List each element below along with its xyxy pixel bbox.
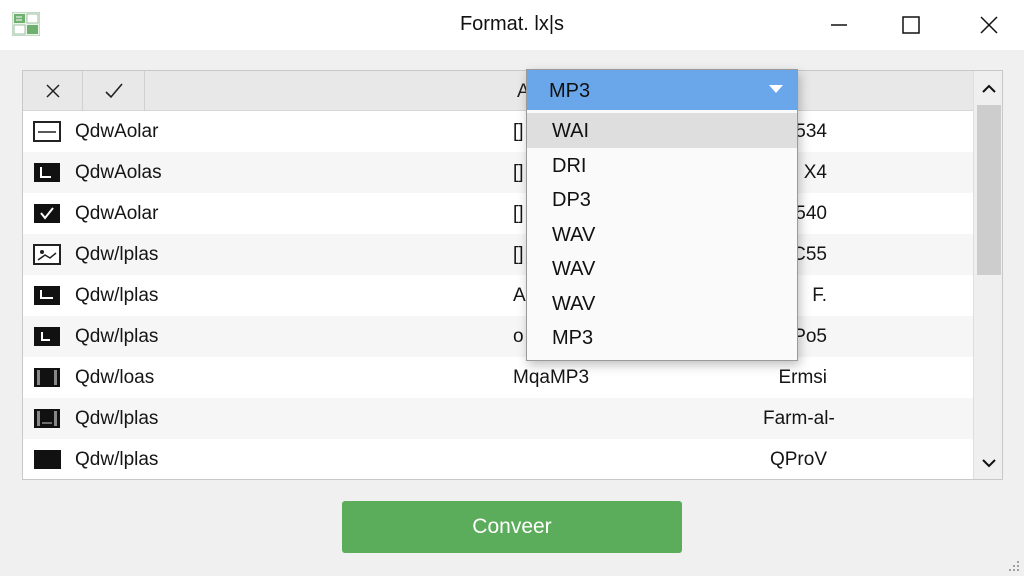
file-name: Qdw/lplas [75,244,159,265]
maximize-button[interactable] [884,0,938,50]
chevron-up-icon [982,84,996,93]
resize-grip-icon[interactable] [1006,560,1020,572]
table-row[interactable]: QdwAolar [] 534 [23,111,973,152]
format-option[interactable]: WAV [527,251,797,286]
table-rows: QdwAolar [] 534 QdwAolas [] X4 QdwAolar … [23,111,973,479]
format-option[interactable]: WAI [527,113,797,148]
film-file-icon [34,409,60,428]
file-format: [] [513,244,524,265]
vertical-scrollbar[interactable] [973,71,1002,479]
format-option[interactable]: DP3 [527,182,797,217]
table-row[interactable]: Qdw/lplas QProV [23,439,973,479]
format-option-label: DRI [552,154,587,177]
window-file-icon [33,121,61,142]
format-option[interactable]: MP3 [527,320,797,355]
file-name: Qdw/lplas [75,285,159,306]
file-format: [] [513,162,524,183]
format-option-label: WAV [552,258,596,280]
minimize-icon [831,24,847,26]
file-detail: QProV [769,449,827,470]
scroll-up-button[interactable] [974,77,1002,101]
chevron-down-icon [982,459,996,468]
table-row[interactable]: Qdw/lplas A F. [23,275,973,316]
film-file-icon [34,368,60,387]
close-icon [980,16,998,34]
window-title: Format. lx|s [459,13,565,35]
minimize-button[interactable] [812,0,866,50]
format-option-label: MP3 [552,327,594,349]
scroll-thumb[interactable] [977,105,1001,275]
format-option-label: WAV [552,292,596,315]
file-icon [34,450,61,469]
file-format: [] [513,121,524,142]
table-row[interactable]: QdwAolas [] X4 [23,152,973,193]
format-dropdown[interactable]: MP3 WAI DRI DP3 WAV WAV WAV MP3 [526,69,798,361]
title-bar: Format. lx|s [0,0,1024,50]
select-all-button[interactable] [83,71,145,111]
file-format: o [513,326,524,347]
file-name: QdwAolas [75,162,162,183]
format-option[interactable]: WAV [527,286,797,321]
table-row[interactable]: Qdw/loas MqaMP3 Ermsi [23,357,973,398]
format-option[interactable]: WAV [527,217,797,252]
close-icon [45,84,60,98]
maximize-icon [902,16,920,34]
file-icon [34,327,60,346]
file-name: Qdw/lplas [75,449,159,470]
file-format: MqaMP3 [513,367,590,388]
file-table: A QdwAolar [] 534 QdwAolas [] X4 QdwAola… [22,70,1003,480]
table-header: A [23,71,973,111]
format-option-label: WAV [552,223,596,246]
file-detail: Farm-al- [763,408,835,429]
format-options: WAI DRI DP3 WAV WAV WAV MP3 [527,113,797,355]
file-name: Qdw/loas [75,367,155,388]
file-format: [] [513,203,524,224]
file-icon [34,163,60,182]
checked-file-icon [34,204,60,223]
file-icon [34,286,60,305]
file-format: A [513,285,526,306]
image-file-icon [33,244,61,265]
table-row[interactable]: Qdw/lplas o Po5 [23,316,973,357]
table-row[interactable]: Qdw/lplas [] C55 [23,234,973,275]
file-name: QdwAolar [75,121,159,142]
file-name: QdwAolar [75,203,159,224]
format-option[interactable]: DRI [527,148,797,183]
format-option-label: DP3 [552,189,591,211]
file-name: Qdw/lplas [75,326,159,347]
file-detail: Ermsi [778,367,827,388]
file-name: Qdw/lplas [75,408,159,429]
convert-button[interactable]: Conveer [342,501,682,553]
check-icon [104,83,123,99]
clear-selection-button[interactable] [23,71,83,111]
format-option-label: WAI [552,120,590,142]
format-dropdown-selected[interactable]: MP3 [527,70,797,110]
scroll-down-button[interactable] [974,451,1002,475]
close-button[interactable] [962,0,1016,50]
table-row[interactable]: QdwAolar [] 540 [23,193,973,234]
chevron-down-icon [769,85,783,93]
selected-format: MP3 [549,80,591,102]
table-row[interactable]: Qdw/lplas Farm-al- [23,398,973,439]
